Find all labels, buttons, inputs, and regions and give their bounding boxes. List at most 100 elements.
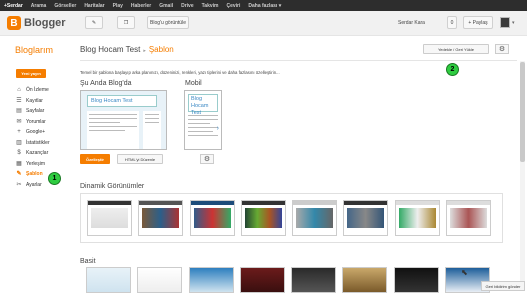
sidebar-item-posts[interactable]: ☰ Kayıtlar	[16, 96, 50, 107]
gbar-item[interactable]: Drive	[181, 3, 194, 9]
simple-template-thumb[interactable]	[394, 267, 439, 293]
simple-template-gallery	[80, 267, 503, 293]
simple-template-thumb[interactable]	[189, 267, 234, 293]
blogger-header: B Blogger ✎ ❐ Blog'u görüntüle Serdar Ka…	[0, 11, 527, 36]
dynamic-template-thumb[interactable]	[292, 200, 337, 236]
mobile-settings-gear-icon[interactable]: ⚙	[200, 154, 214, 164]
edit-html-button[interactable]: HTML'yi Düzenle	[117, 154, 163, 164]
sidebar-item-comments[interactable]: ✉ Yorumlar	[16, 117, 50, 128]
dynamic-template-thumb[interactable]	[87, 200, 132, 236]
blog-title[interactable]: Blog Hocam Test	[80, 45, 140, 54]
earnings-icon: $	[17, 150, 21, 157]
sidebar-item-label: Yerleşim	[26, 160, 45, 167]
layout-icon: ▦	[16, 160, 22, 167]
mobile-preview-title: Blog Hocam Test	[188, 94, 218, 116]
sidebar-item-label: Ön İzleme	[26, 87, 49, 94]
backup-restore-button[interactable]: Yedekle / Geri Yükle	[423, 44, 489, 54]
gbar-item[interactable]: Arama	[31, 3, 47, 9]
blogger-logo[interactable]: B Blogger	[7, 16, 66, 30]
breadcrumb-separator-icon: ▸	[143, 48, 146, 54]
simple-template-thumb[interactable]	[291, 267, 336, 293]
google-plus-icon: +	[17, 129, 21, 136]
home-icon: ⌂	[17, 87, 21, 94]
notification-count[interactable]: 0	[447, 16, 457, 29]
gbar-item[interactable]: Daha fazlası ▾	[248, 3, 281, 9]
view-blog-button[interactable]: Blog'u görüntüle	[147, 16, 189, 29]
new-post-button[interactable]: Yeni yayın	[16, 69, 46, 78]
template-icon: ✎	[16, 171, 22, 178]
chevron-down-icon[interactable]: ▾	[512, 20, 515, 26]
gbar-item[interactable]: Çeviri	[227, 3, 241, 9]
sidebar-item-label: Sayfalar	[26, 108, 45, 115]
dynamic-template-thumb[interactable]	[343, 200, 388, 236]
sidebar-item-label: Kazançlar	[26, 150, 49, 157]
blogger-logo-icon: B	[7, 16, 21, 30]
dynamic-template-thumb[interactable]	[395, 200, 440, 236]
sidebar-item-stats[interactable]: ▥ İstatistikler	[16, 138, 50, 149]
annotation-marker-one: 1	[48, 172, 61, 185]
preview-blog-title: Blog Hocam Test	[87, 95, 157, 107]
user-name[interactable]: Serdar Kara	[398, 20, 425, 26]
sidebar-item-settings[interactable]: ✂ Ayarlar	[16, 180, 50, 191]
simple-template-thumb[interactable]	[86, 267, 131, 293]
sidebar-item-pages[interactable]: ▤ Sayfalar	[16, 106, 50, 117]
gbar-item[interactable]: Gmail	[159, 3, 173, 9]
sidebar-item-label: Yorumlar	[26, 118, 46, 125]
gbar-item[interactable]: Görseller	[54, 3, 76, 9]
sidebar-item-label: İstatistikler	[26, 139, 50, 146]
sidebar-item-label: Şablon	[26, 171, 43, 178]
sidebar-item-label: Google+	[26, 129, 46, 136]
mobile-template-heading: Mobil	[185, 80, 202, 87]
customize-button[interactable]: Özelleştir	[80, 154, 110, 164]
divider	[80, 60, 517, 61]
sidebar-item-home[interactable]: ⌂ Ön İzleme	[16, 85, 50, 96]
simple-template-thumb[interactable]	[137, 267, 182, 293]
sidebar-item-template[interactable]: ✎ Şablon	[16, 169, 50, 180]
sidebar-item-layout[interactable]: ▦ Yerleşim	[16, 159, 50, 170]
simple-template-thumb[interactable]	[240, 267, 285, 293]
dynamic-template-thumb[interactable]	[138, 200, 183, 236]
mobile-template-preview[interactable]: Blog Hocam Test ›	[184, 90, 222, 150]
pages-icon: ▤	[16, 108, 22, 115]
simple-heading: Basit	[80, 258, 96, 265]
sidebar-item-label: Kayıtlar	[26, 97, 43, 104]
sidebar-item-label: Ayarlar	[26, 181, 42, 188]
dynamic-template-thumb[interactable]	[241, 200, 286, 236]
page-title: Şablon	[148, 45, 174, 54]
preview-body	[87, 111, 139, 149]
documents-icon: ❐	[123, 19, 129, 26]
gear-icon[interactable]: ⚙	[495, 44, 509, 54]
dynamic-views-heading: Dinamik Görünümler	[80, 183, 145, 190]
share-button[interactable]: + Paylaş	[463, 16, 493, 29]
settings-icon: ✂	[16, 181, 22, 188]
send-feedback-button[interactable]: Geri bildirim gönder	[481, 281, 525, 291]
template-description: Temel bir şablona başlayıp arka planınız…	[80, 70, 280, 75]
gbar-item[interactable]: Takvim	[202, 3, 219, 9]
stats-icon: ▥	[16, 139, 22, 146]
gbar-item[interactable]: Haritalar	[84, 3, 104, 9]
breadcrumb: Blog Hocam Test ▸ Şablon	[80, 45, 174, 54]
current-template-heading: Şu Anda Blog'da	[80, 80, 132, 87]
dynamic-template-thumb[interactable]	[446, 200, 491, 236]
view-posts-button[interactable]: ❐	[117, 16, 135, 29]
mouse-cursor-icon: ⬉	[461, 268, 468, 277]
dynamic-views-gallery	[80, 193, 503, 243]
google-bar: +Serdar Arama Görseller Haritalar Play Haberl…	[0, 0, 527, 11]
my-blogs-link[interactable]: Bloglarım	[15, 45, 53, 55]
current-template-preview[interactable]: Blog Hocam Test	[80, 90, 167, 150]
chevron-right-icon: ›	[216, 125, 219, 132]
sidebar-item-google-plus[interactable]: + Google+	[16, 127, 50, 138]
dynamic-template-thumb[interactable]	[190, 200, 235, 236]
gbar-item[interactable]: +Serdar	[4, 3, 23, 9]
avatar[interactable]	[500, 17, 510, 28]
gbar-item[interactable]: Haberler	[131, 3, 151, 9]
annotation-marker-two: 2	[446, 63, 459, 76]
sidebar-item-earnings[interactable]: $ Kazançlar	[16, 148, 50, 159]
preview-sidebar	[143, 111, 161, 149]
blogger-logo-text: Blogger	[24, 17, 66, 29]
simple-template-thumb[interactable]	[342, 267, 387, 293]
scrollbar-thumb[interactable]	[520, 62, 525, 162]
gbar-item[interactable]: Play	[113, 3, 123, 9]
new-post-pencil-button[interactable]: ✎	[85, 16, 103, 29]
comments-icon: ✉	[16, 118, 22, 125]
